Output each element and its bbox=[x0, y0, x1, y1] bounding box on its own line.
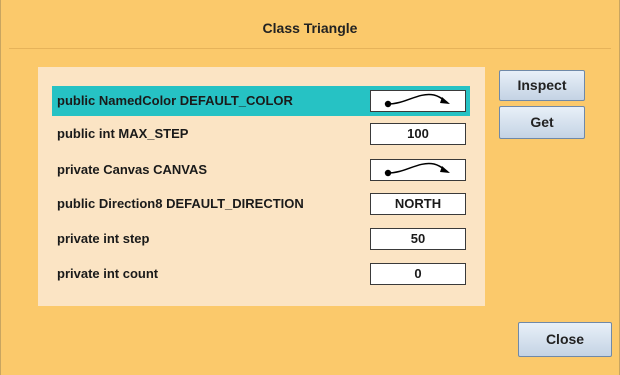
field-row-default-color[interactable]: public NamedColor DEFAULT_COLOR bbox=[52, 86, 470, 116]
field-label: private Canvas CANVAS bbox=[57, 162, 208, 177]
field-value bbox=[370, 90, 466, 112]
field-label: private int step bbox=[57, 231, 150, 246]
field-label: public int MAX_STEP bbox=[57, 126, 189, 141]
field-value: NORTH bbox=[370, 193, 466, 215]
field-row-default-direction[interactable]: public Direction8 DEFAULT_DIRECTION NORT… bbox=[52, 189, 470, 219]
inspector-window: Class Triangle public NamedColor DEFAULT… bbox=[0, 0, 620, 375]
window-title: Class Triangle bbox=[262, 20, 358, 36]
object-reference-arrow-icon bbox=[384, 93, 450, 108]
field-row-count[interactable]: private int count 0 bbox=[52, 259, 470, 289]
field-value: 100 bbox=[370, 123, 466, 145]
field-label: private int count bbox=[57, 266, 159, 281]
close-button[interactable]: Close bbox=[518, 322, 612, 357]
get-button[interactable]: Get bbox=[499, 106, 585, 139]
field-label: public Direction8 DEFAULT_DIRECTION bbox=[57, 196, 304, 211]
field-value: 0 bbox=[370, 263, 466, 285]
field-row-max-step[interactable]: public int MAX_STEP 100 bbox=[52, 119, 470, 149]
field-row-step[interactable]: private int step 50 bbox=[52, 224, 470, 254]
field-row-canvas[interactable]: private Canvas CANVAS bbox=[52, 155, 470, 185]
field-value bbox=[370, 159, 466, 181]
field-label: public NamedColor DEFAULT_COLOR bbox=[57, 93, 293, 108]
inspect-button[interactable]: Inspect bbox=[499, 70, 585, 101]
fields-panel: public NamedColor DEFAULT_COLOR public i… bbox=[38, 67, 485, 306]
title-divider bbox=[9, 48, 611, 49]
object-reference-arrow-icon bbox=[384, 162, 450, 177]
field-value: 50 bbox=[370, 228, 466, 250]
